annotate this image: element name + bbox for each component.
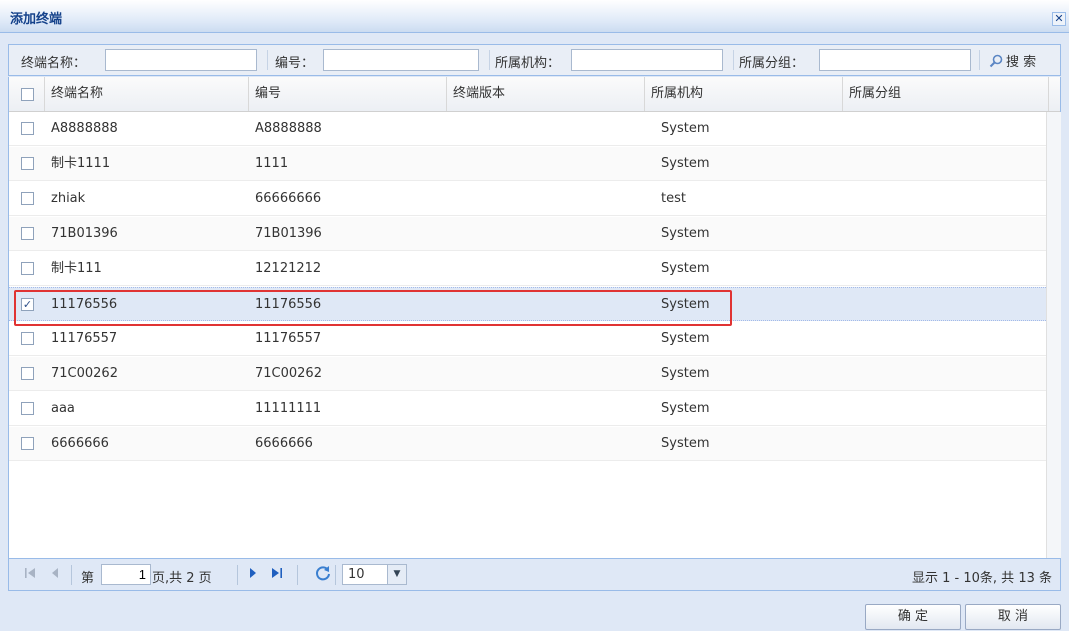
cell-org: test — [661, 191, 686, 206]
page-prefix: 第 — [81, 571, 95, 586]
toolbar-separator — [267, 50, 268, 70]
select-all-checkbox[interactable] — [21, 88, 34, 101]
page-size-select[interactable]: 10 ▼ — [342, 564, 407, 585]
cell-code: A8888888 — [255, 121, 322, 136]
column-header-version[interactable]: 终端版本 — [447, 77, 645, 111]
cell-name: 71C00262 — [51, 366, 118, 381]
row-checkbox[interactable] — [21, 192, 34, 205]
search-label-code: 编号： — [275, 56, 315, 71]
next-page-icon[interactable] — [247, 567, 259, 579]
cell-org: System — [661, 156, 710, 171]
dialog-title: 添加终端 — [10, 12, 63, 27]
table-row[interactable]: aaa 11111111 System — [9, 392, 1046, 426]
cell-org: System — [661, 401, 710, 416]
close-icon[interactable]: ✕ — [1052, 12, 1066, 26]
row-checkbox[interactable] — [21, 122, 34, 135]
cell-org: System — [661, 261, 710, 276]
table-row[interactable]: 11176557 11176557 System — [9, 322, 1046, 356]
cell-code: 66666666 — [255, 191, 322, 206]
cell-name: aaa — [51, 401, 75, 416]
row-checkbox[interactable] — [21, 437, 34, 450]
refresh-icon[interactable] — [314, 564, 332, 582]
row-checkbox[interactable] — [21, 402, 34, 415]
chevron-down-icon[interactable]: ▼ — [387, 565, 406, 584]
org-input[interactable] — [571, 49, 723, 71]
cell-code: 11176557 — [255, 331, 322, 346]
search-label-org: 所属机构： — [495, 56, 561, 71]
table-row[interactable]: A8888888 A8888888 System — [9, 112, 1046, 146]
cell-code: 12121212 — [255, 261, 322, 276]
cell-org: System — [661, 331, 710, 346]
cell-code: 71C00262 — [255, 366, 322, 381]
column-header-code[interactable]: 编号 — [249, 77, 447, 111]
search-toolbar: 终端名称： 编号： 所属机构： 所属分组： 搜 索 — [8, 44, 1061, 76]
cancel-button[interactable]: 取 消 — [965, 604, 1061, 630]
toolbar-separator — [733, 50, 734, 70]
table-row[interactable]: 制卡111 12121212 System — [9, 252, 1046, 286]
row-checkbox[interactable] — [21, 262, 34, 275]
table-row[interactable]: zhiak 66666666 test — [9, 182, 1046, 216]
grid-scrollbar[interactable] — [1046, 112, 1061, 560]
cell-org: System — [661, 226, 710, 241]
cell-name: 71B01396 — [51, 226, 118, 241]
add-terminal-dialog: 添加终端 ✕ 终端名称： 编号： 所属机构： 所属分组： 搜 索 终端名称 编号 — [0, 0, 1069, 631]
cell-org: System — [661, 366, 710, 381]
dialog-titlebar: 添加终端 ✕ — [0, 0, 1069, 33]
cell-code: 6666666 — [255, 436, 313, 451]
cell-name: 6666666 — [51, 436, 109, 451]
selected-row-highlight-box — [14, 290, 732, 326]
column-header-org[interactable]: 所属机构 — [645, 77, 843, 111]
row-checkbox[interactable] — [21, 332, 34, 345]
cell-org: System — [661, 121, 710, 136]
search-button[interactable]: 搜 索 — [989, 51, 1036, 70]
row-checkbox[interactable] — [21, 367, 34, 380]
first-page-icon[interactable] — [24, 567, 36, 579]
search-button-label: 搜 索 — [1006, 55, 1037, 70]
pagination-bar: 第 页,共 2 页 10 ▼ 显示 1 - 10条, 共 13 条 — [8, 558, 1061, 591]
table-row[interactable]: 71B01396 71B01396 System — [9, 217, 1046, 251]
cell-code: 71B01396 — [255, 226, 322, 241]
cell-org: System — [661, 436, 710, 451]
toolbar-separator — [489, 50, 490, 70]
table-row[interactable]: 71C00262 71C00262 System — [9, 357, 1046, 391]
pager-separator — [297, 565, 298, 585]
cell-name: A8888888 — [51, 121, 118, 136]
group-input[interactable] — [819, 49, 971, 71]
search-icon — [989, 54, 1003, 68]
header-select-all-cell — [9, 77, 45, 111]
pager-separator — [237, 565, 238, 585]
column-header-group[interactable]: 所属分组 — [843, 77, 1049, 111]
column-header-name[interactable]: 终端名称 — [45, 77, 249, 111]
row-checkbox[interactable] — [21, 227, 34, 240]
toolbar-separator — [979, 50, 980, 70]
cell-name: 制卡111 — [51, 261, 102, 276]
cell-code: 1111 — [255, 156, 289, 171]
search-label-name: 终端名称： — [21, 56, 87, 71]
row-checkbox[interactable] — [21, 157, 34, 170]
pager-separator — [71, 565, 72, 585]
table-row[interactable]: 制卡1111 1111 System — [9, 147, 1046, 181]
prev-page-icon[interactable] — [49, 567, 61, 579]
pager-separator — [335, 565, 336, 585]
cell-name: 制卡1111 — [51, 156, 111, 171]
page-number-input[interactable] — [101, 564, 151, 585]
last-page-icon[interactable] — [271, 567, 283, 579]
terminal-name-input[interactable] — [105, 49, 257, 71]
grid-header: 终端名称 编号 终端版本 所属机构 所属分组 — [9, 77, 1060, 112]
cell-code: 11111111 — [255, 401, 322, 416]
confirm-button[interactable]: 确 定 — [865, 604, 961, 630]
cell-name: zhiak — [51, 191, 86, 206]
search-label-group: 所属分组： — [739, 56, 805, 71]
page-size-value: 10 — [348, 567, 365, 582]
page-suffix: 页,共 2 页 — [152, 571, 212, 586]
pagination-info: 显示 1 - 10条, 共 13 条 — [912, 571, 1052, 586]
cell-name: 11176557 — [51, 331, 118, 346]
code-input[interactable] — [323, 49, 479, 71]
table-row[interactable]: 6666666 6666666 System — [9, 427, 1046, 461]
